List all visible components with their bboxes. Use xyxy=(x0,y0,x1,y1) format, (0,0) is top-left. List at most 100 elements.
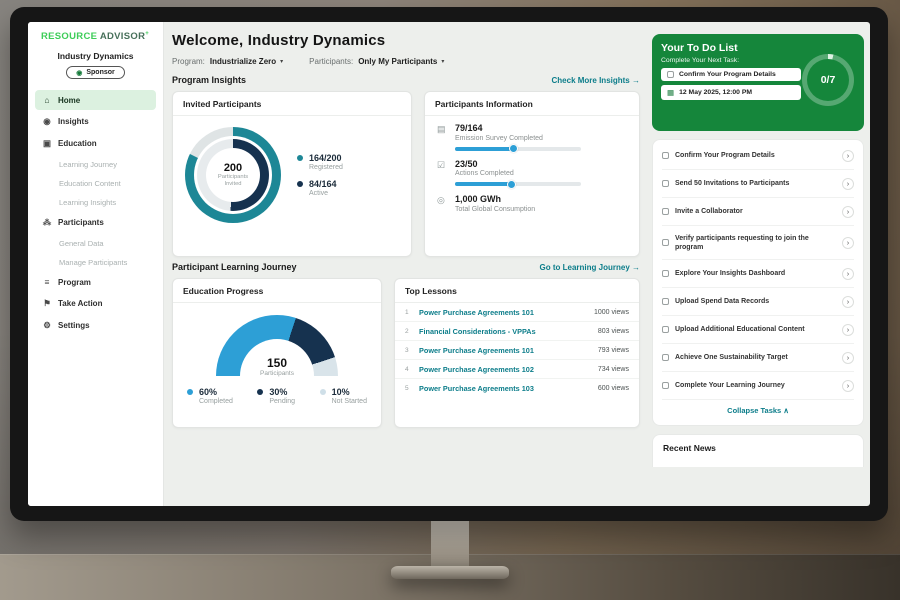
survey-icon: ▤ xyxy=(437,123,447,151)
arrow-right-icon: → xyxy=(632,76,640,85)
sidebar-item-label: Program xyxy=(58,278,91,287)
checkbox[interactable] xyxy=(662,180,669,187)
legend-dot-active xyxy=(297,181,303,187)
todo-due-date-label: 12 May 2025, 12:00 PM xyxy=(679,89,752,96)
legend-value: 60% xyxy=(199,387,233,397)
sidebar-item-learning-journey[interactable]: Learning Journey xyxy=(28,155,163,173)
legend-value: 84/164 xyxy=(309,179,337,189)
sidebar-item-learning-insights[interactable]: Learning Insights xyxy=(28,193,163,211)
top-lessons-card: Top Lessons 1 Power Purchase Agreements … xyxy=(394,278,640,428)
checkbox[interactable] xyxy=(662,152,669,159)
todo-next-task[interactable]: Confirm Your Program Details xyxy=(661,68,801,81)
sidebar-item-take-action[interactable]: ⚑ Take Action xyxy=(28,293,163,314)
learning-journey-header: Participant Learning Journey Go to Learn… xyxy=(172,262,640,272)
chevron-right-icon[interactable]: › xyxy=(842,352,854,364)
home-icon: ⌂ xyxy=(42,95,52,105)
take-action-icon: ⚑ xyxy=(42,298,52,309)
arrow-right-icon: → xyxy=(632,263,640,272)
sidebar-item-manage-participants[interactable]: Manage Participants xyxy=(28,253,163,271)
checkbox[interactable] xyxy=(662,382,669,389)
chevron-right-icon[interactable]: › xyxy=(842,324,854,336)
lesson-views: 1000 views xyxy=(594,309,629,316)
checkbox[interactable] xyxy=(662,298,669,305)
lesson-link[interactable]: Power Purchase Agreements 102 xyxy=(419,365,591,374)
todo-progress-value: 0/7 xyxy=(807,59,849,101)
card-title: Invited Participants xyxy=(173,92,411,116)
lesson-link[interactable]: Power Purchase Agreements 101 xyxy=(419,308,587,317)
checkbox[interactable] xyxy=(662,270,669,277)
sidebar-item-insights[interactable]: ◉ Insights xyxy=(28,111,163,132)
task-row[interactable]: Complete Your Learning Journey › xyxy=(662,372,854,400)
task-row[interactable]: Invite a Collaborator › xyxy=(662,198,854,226)
chevron-right-icon[interactable]: › xyxy=(842,268,854,280)
task-row[interactable]: Achieve One Sustainability Target › xyxy=(662,344,854,372)
checkbox[interactable] xyxy=(667,71,674,78)
sidebar-item-settings[interactable]: ⚙ Settings xyxy=(28,315,163,336)
education-progress-card: Education Progress 150 Participants xyxy=(172,278,382,428)
info-label: Total Global Consumption xyxy=(455,206,535,213)
sidebar-item-education-content[interactable]: Education Content xyxy=(28,174,163,192)
sidebar-item-general-data[interactable]: General Data xyxy=(28,234,163,252)
check-more-insights-link[interactable]: Check More Insights → xyxy=(552,76,640,85)
recent-news-header: Recent News xyxy=(652,434,864,467)
lesson-link[interactable]: Power Purchase Agreements 103 xyxy=(419,384,591,393)
checkbox[interactable] xyxy=(662,354,669,361)
go-to-learning-journey-link[interactable]: Go to Learning Journey → xyxy=(540,263,640,272)
invited-donut-chart: 200 Participants Invited xyxy=(185,127,281,223)
task-label: Invite a Collaborator xyxy=(675,207,836,216)
info-row-consumption: ◎ 1,000 GWh Total Global Consumption xyxy=(437,194,627,213)
task-row[interactable]: Upload Additional Educational Content › xyxy=(662,316,854,344)
sidebar-item-label: General Data xyxy=(59,239,104,248)
sidebar-item-education[interactable]: ▣ Education xyxy=(28,133,163,154)
info-value: 1,000 GWh xyxy=(455,194,535,204)
legend-item: 84/164 Active xyxy=(297,179,343,197)
actions-icon: ☑ xyxy=(437,159,447,187)
program-select[interactable]: Program: Industrialize Zero ▾ xyxy=(172,57,283,66)
task-row[interactable]: Confirm Your Program Details › xyxy=(662,142,854,170)
todo-progress-ring: 0/7 xyxy=(802,54,854,106)
task-row[interactable]: Upload Spend Data Records › xyxy=(662,288,854,316)
info-label: Actions Completed xyxy=(455,170,581,177)
participants-select[interactable]: Participants: Only My Participants ▾ xyxy=(309,57,444,66)
chevron-down-icon: ▾ xyxy=(441,58,444,65)
legend-value: 164/200 xyxy=(309,153,343,163)
lesson-link[interactable]: Financial Considerations - VPPAs xyxy=(419,327,591,336)
checkbox[interactable] xyxy=(662,239,669,246)
sidebar-item-program[interactable]: ≡ Program xyxy=(28,272,163,292)
legend-item: 60% Completed xyxy=(187,387,233,405)
sidebar-item-label: Settings xyxy=(58,321,90,330)
collapse-tasks-link[interactable]: Collapse Tasks ∧ xyxy=(662,400,854,423)
task-label: Confirm Your Program Details xyxy=(675,151,836,160)
sidebar-item-participants[interactable]: ⁂ Participants xyxy=(28,212,163,233)
chevron-right-icon[interactable]: › xyxy=(842,150,854,162)
education-icon: ▣ xyxy=(42,138,52,149)
task-label: Achieve One Sustainability Target xyxy=(675,353,836,362)
legend-dot-not-started xyxy=(320,389,326,395)
chevron-right-icon[interactable]: › xyxy=(842,296,854,308)
chevron-right-icon[interactable]: › xyxy=(842,206,854,218)
program-filter-value: Industrialize Zero xyxy=(210,57,276,66)
task-row[interactable]: Send 50 Invitations to Participants › xyxy=(662,170,854,198)
sidebar-item-home[interactable]: ⌂ Home xyxy=(35,90,156,110)
chevron-right-icon[interactable]: › xyxy=(842,237,854,249)
lesson-link[interactable]: Power Purchase Agreements 101 xyxy=(419,346,591,355)
lesson-row: 3 Power Purchase Agreements 101 793 view… xyxy=(395,341,639,360)
task-row[interactable]: Verify participants requesting to join t… xyxy=(662,226,854,260)
consumption-icon: ◎ xyxy=(437,194,447,213)
sidebar-item-label: Education xyxy=(58,139,97,148)
chevron-right-icon[interactable]: › xyxy=(842,178,854,190)
checkbox[interactable] xyxy=(662,326,669,333)
progress-bar-fill xyxy=(455,182,513,186)
chevron-up-icon: ∧ xyxy=(783,406,789,415)
chevron-right-icon[interactable]: › xyxy=(842,380,854,392)
checkbox[interactable] xyxy=(662,208,669,215)
info-value: 23/50 xyxy=(455,159,581,169)
task-row[interactable]: Explore Your Insights Dashboard › xyxy=(662,260,854,288)
legend-value: 10% xyxy=(332,387,367,397)
sponsor-icon: ◉ xyxy=(76,69,82,77)
info-value: 79/164 xyxy=(455,123,581,133)
logo-text-secondary: ADVISOR+ xyxy=(100,31,149,42)
todo-summary-card: Your To Do List Complete Your Next Task:… xyxy=(652,34,864,131)
lesson-row: 1 Power Purchase Agreements 101 1000 vie… xyxy=(395,303,639,322)
participants-filter-label: Participants: xyxy=(309,57,353,66)
